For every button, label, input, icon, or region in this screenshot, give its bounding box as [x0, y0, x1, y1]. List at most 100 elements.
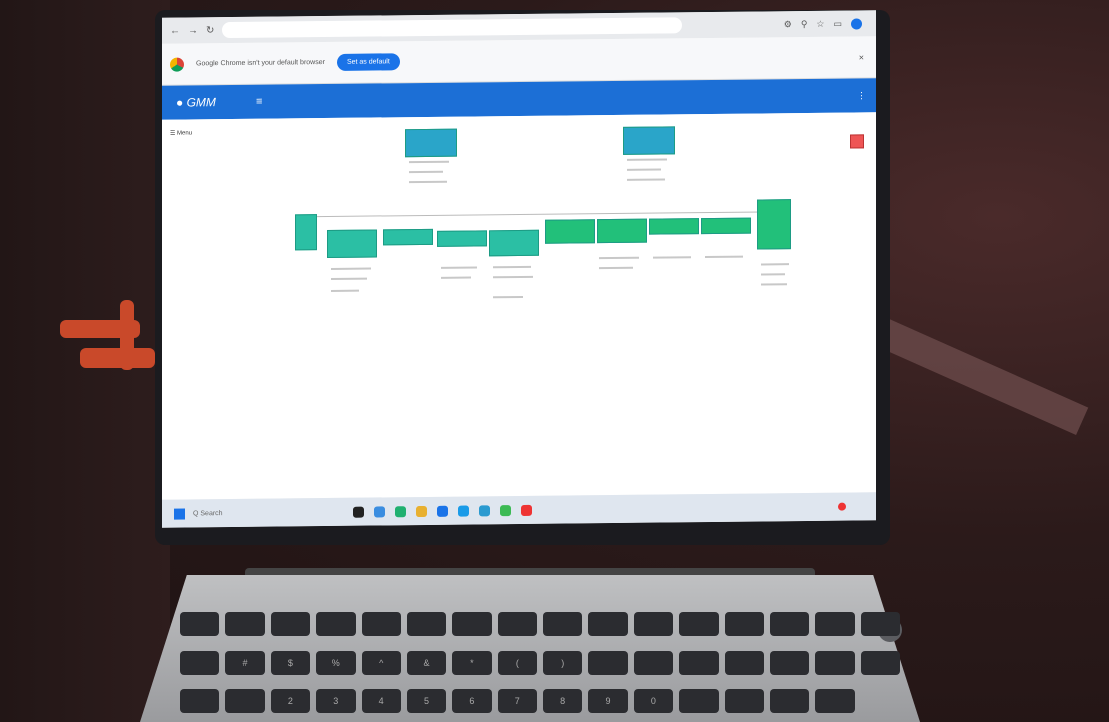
sidebar-item[interactable]: [162, 218, 277, 237]
org-node[interactable]: [597, 218, 647, 244]
keyboard-key[interactable]: [815, 612, 855, 636]
keyboard-key[interactable]: [406, 612, 447, 636]
sidebar-header[interactable]: ☰ Menu: [162, 119, 277, 137]
app-icon[interactable]: [416, 505, 427, 517]
keyboard-key[interactable]: [860, 650, 900, 675]
org-node[interactable]: [623, 126, 675, 155]
org-node[interactable]: [545, 219, 595, 244]
keyboard-key[interactable]: 4: [361, 689, 401, 714]
app-icon[interactable]: [458, 505, 469, 517]
app-icon[interactable]: [479, 504, 490, 516]
close-panel-button[interactable]: [850, 134, 864, 149]
keyboard-key[interactable]: 5: [406, 689, 447, 714]
keyboard-key[interactable]: [724, 689, 764, 714]
chrome-icon[interactable]: [500, 504, 511, 516]
menu-icon[interactable]: ≡: [256, 95, 286, 108]
keyboard-key[interactable]: $: [270, 650, 311, 675]
sidebar-item[interactable]: [162, 308, 277, 327]
keyboard-key[interactable]: [679, 612, 719, 636]
app-logo[interactable]: ● GMM: [176, 95, 256, 109]
keyboard-key[interactable]: [452, 612, 492, 636]
app-icon[interactable]: [437, 505, 448, 517]
keyboard-key[interactable]: [815, 689, 855, 714]
keyboard-key[interactable]: [543, 612, 583, 636]
sidebar-item[interactable]: [162, 164, 277, 183]
org-node[interactable]: [327, 229, 377, 259]
app-icon[interactable]: [521, 504, 532, 516]
org-node[interactable]: [489, 229, 539, 257]
set-default-button[interactable]: Set as default: [336, 53, 400, 71]
keyboard-key[interactable]: [180, 612, 220, 636]
keyboard-key[interactable]: #: [225, 650, 265, 675]
keyboard-key[interactable]: [588, 650, 628, 675]
reload-icon[interactable]: ↻: [206, 25, 214, 36]
keyboard-key[interactable]: [316, 612, 356, 636]
forward-icon[interactable]: →: [188, 25, 198, 36]
keyboard-key[interactable]: [815, 650, 855, 675]
sidebar-item[interactable]: [162, 146, 277, 165]
keyboard-key[interactable]: [588, 612, 628, 636]
extension-icon[interactable]: ⚙: [784, 19, 792, 30]
star-icon[interactable]: ☆: [816, 18, 824, 29]
keyboard-key[interactable]: [724, 612, 764, 636]
keyboard-key[interactable]: [860, 612, 900, 636]
keyboard-key[interactable]: 0: [633, 689, 674, 714]
keyboard-key[interactable]: (: [497, 650, 537, 675]
keyboard-key[interactable]: *: [452, 650, 492, 675]
org-node[interactable]: [701, 217, 751, 235]
address-bar[interactable]: [222, 17, 683, 39]
weather-icon[interactable]: [838, 502, 846, 511]
keyboard-key[interactable]: &: [406, 650, 447, 675]
sidebar-item[interactable]: [162, 200, 277, 219]
keyboard-key[interactable]: [633, 650, 674, 675]
org-node[interactable]: [405, 128, 457, 158]
keyboard-key[interactable]: 2: [270, 689, 311, 714]
keyboard-key[interactable]: [180, 689, 220, 714]
keyboard-key[interactable]: [633, 612, 674, 636]
keyboard-key[interactable]: [270, 612, 311, 636]
sidebar-item[interactable]: [162, 254, 277, 273]
more-icon[interactable]: ⋮: [857, 90, 876, 101]
sidebar-item[interactable]: [162, 272, 277, 291]
keyboard-key[interactable]: [679, 650, 719, 675]
infobar-message: Google Chrome isn't your default browser: [196, 59, 325, 68]
windows-start-icon[interactable]: [174, 507, 185, 520]
sidebar-item[interactable]: [162, 236, 277, 255]
keyboard-key[interactable]: [361, 612, 401, 636]
keyboard-key[interactable]: ): [543, 650, 583, 675]
org-node[interactable]: [437, 230, 487, 247]
profile-avatar-icon[interactable]: [851, 17, 862, 30]
back-icon[interactable]: ←: [170, 25, 180, 36]
sidepanel-icon[interactable]: ▭: [833, 18, 842, 29]
app-icon[interactable]: [374, 505, 385, 518]
keyboard-key[interactable]: ^: [361, 650, 401, 675]
org-node[interactable]: [757, 199, 791, 250]
org-node[interactable]: [295, 214, 317, 251]
keyboard-key[interactable]: [225, 612, 265, 636]
infobar-close-icon[interactable]: ×: [859, 52, 876, 62]
app-icon[interactable]: [395, 505, 406, 517]
keyboard-key[interactable]: [769, 689, 810, 714]
keyboard-key[interactable]: 9: [588, 689, 628, 714]
keyboard-key[interactable]: 7: [497, 689, 537, 714]
zoom-icon[interactable]: ⚲: [801, 18, 808, 29]
keyboard-key[interactable]: [769, 650, 810, 675]
taskbar-search[interactable]: Q Search: [193, 509, 283, 517]
default-browser-infobar: Google Chrome isn't your default browser…: [162, 36, 876, 86]
org-node[interactable]: [649, 218, 699, 235]
keyboard-key[interactable]: 8: [543, 689, 583, 714]
org-node[interactable]: [383, 228, 433, 246]
keyboard-key[interactable]: [724, 650, 764, 675]
node-detail-lines: [331, 277, 367, 280]
sidebar-item[interactable]: [162, 182, 277, 201]
keyboard-key[interactable]: [497, 612, 537, 636]
keyboard-key[interactable]: %: [316, 650, 356, 675]
keyboard-key[interactable]: [180, 650, 220, 675]
keyboard-key[interactable]: [225, 689, 265, 714]
keyboard-key[interactable]: [679, 689, 719, 714]
sidebar-item[interactable]: [162, 290, 277, 309]
keyboard-key[interactable]: [769, 612, 810, 636]
keyboard-key[interactable]: 3: [316, 689, 356, 714]
keyboard-key[interactable]: 6: [452, 689, 492, 714]
app-icon[interactable]: [353, 506, 364, 518]
